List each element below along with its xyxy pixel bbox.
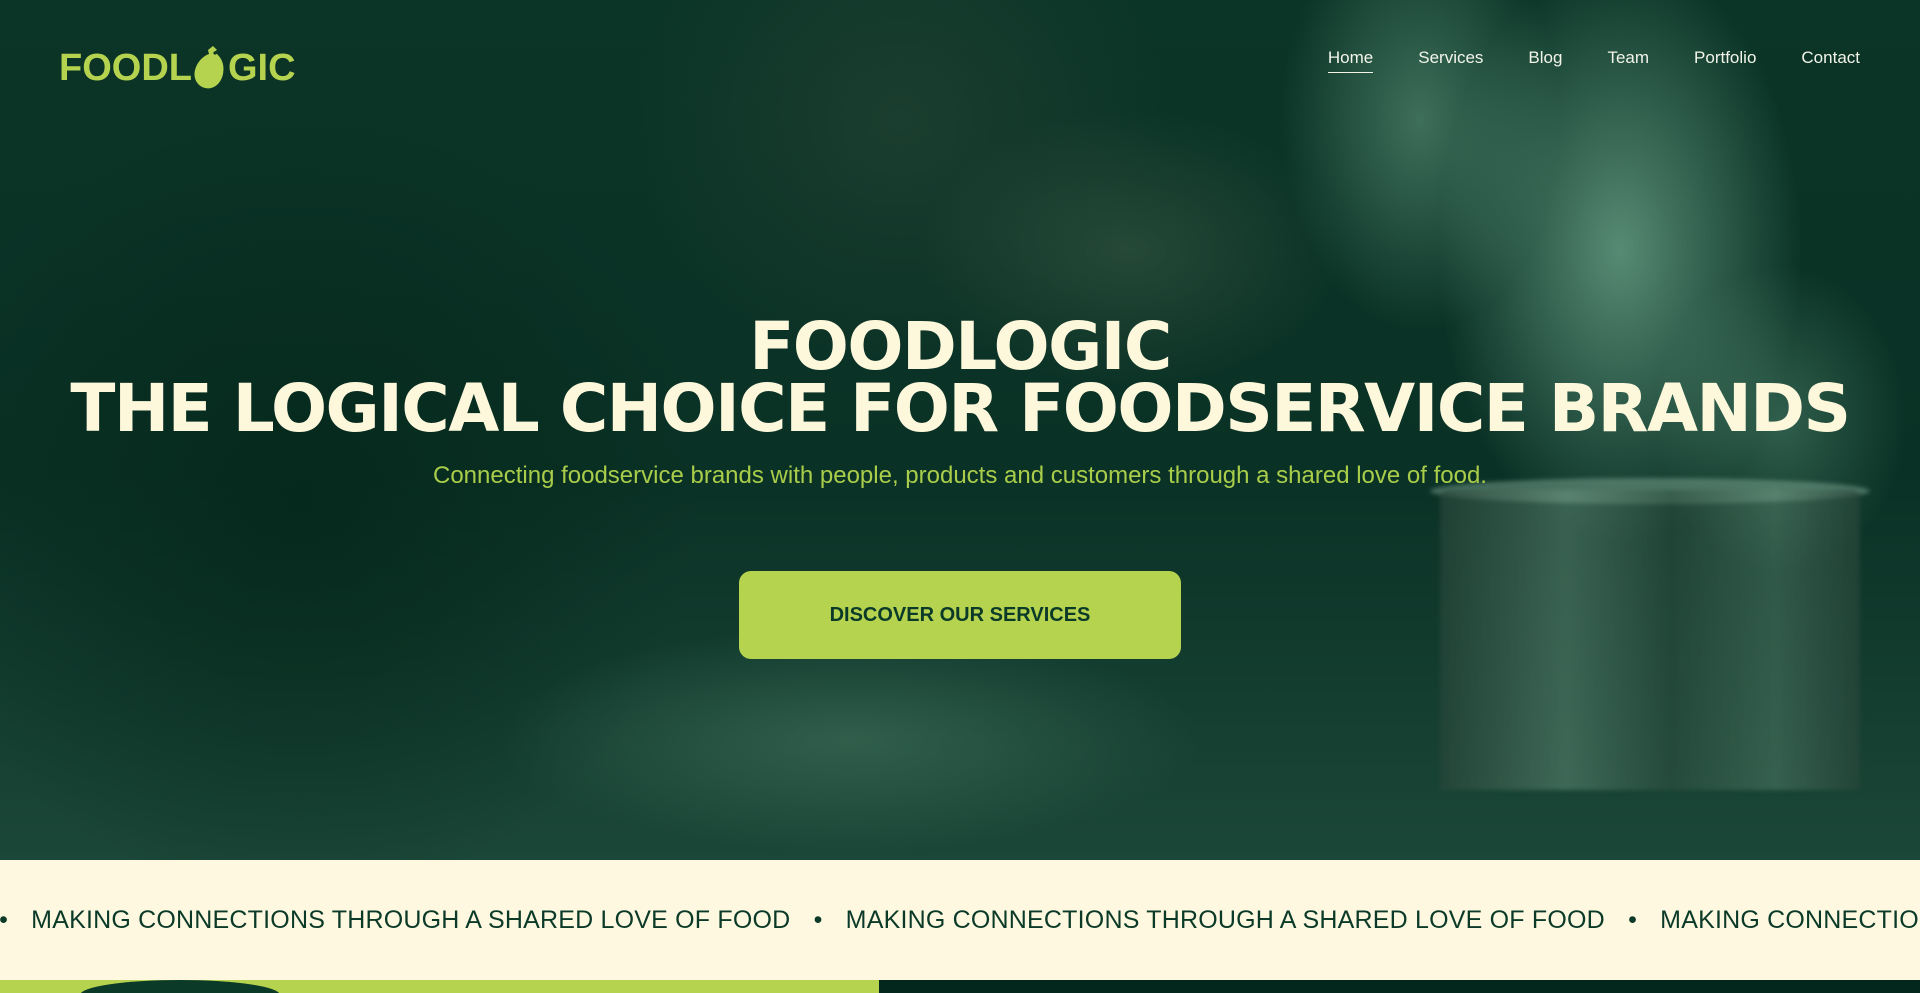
ticker-item: MAKING CONNECTIONS THROUGH A SHARED LOVE…	[31, 906, 791, 934]
hero-title-line1: FOODLOGIC	[749, 308, 1172, 385]
nav-item-home[interactable]: Home	[1327, 48, 1374, 73]
hero-subtitle: Connecting foodservice brands with peopl…	[433, 462, 1487, 489]
next-section-shape	[80, 980, 280, 993]
next-section-left-panel	[0, 980, 879, 993]
nav-item-blog[interactable]: Blog	[1528, 48, 1562, 73]
marquee-ticker: OD • MAKING CONNECTIONS THROUGH A SHARED…	[0, 860, 1920, 980]
nav-item-contact[interactable]: Contact	[1801, 48, 1860, 73]
logo[interactable]: FOODL GIC	[59, 44, 296, 92]
hero-title: FOODLOGIC THE LOGICAL CHOICE FOR FOODSER…	[0, 308, 1920, 447]
main-nav: Home Services Blog Team Portfolio Contac…	[1283, 48, 1860, 73]
ticker-track: OD • MAKING CONNECTIONS THROUGH A SHARED…	[0, 906, 1920, 935]
ticker-item-partial: MAKING CONNECTIONS THROUGH A SH	[1660, 906, 1920, 934]
logo-text-left: FOODL	[59, 46, 192, 89]
nav-item-services[interactable]: Services	[1418, 48, 1483, 73]
ticker-separator: •	[813, 906, 823, 934]
nav-item-team[interactable]: Team	[1607, 48, 1649, 73]
hero-content: FOODLOGIC THE LOGICAL CHOICE FOR FOODSER…	[0, 308, 1920, 490]
ticker-separator: •	[0, 906, 8, 934]
logo-text-right: GIC	[227, 46, 296, 89]
discover-services-button[interactable]: DISCOVER OUR SERVICES	[739, 571, 1181, 659]
site-header: FOODL GIC Home Services Blog Team Portfo…	[0, 0, 1920, 120]
pot-decoration	[1440, 490, 1860, 790]
next-section-preview	[0, 980, 1920, 993]
nav-item-portfolio[interactable]: Portfolio	[1694, 48, 1756, 73]
ticker-separator: •	[1628, 906, 1638, 934]
lightbulb-chicken-icon	[194, 46, 224, 89]
ticker-item: MAKING CONNECTIONS THROUGH A SHARED LOVE…	[845, 906, 1605, 934]
hero-title-line2: THE LOGICAL CHOICE FOR FOODSERVICE BRAND…	[70, 370, 1851, 447]
next-section-right-panel	[879, 980, 1920, 993]
